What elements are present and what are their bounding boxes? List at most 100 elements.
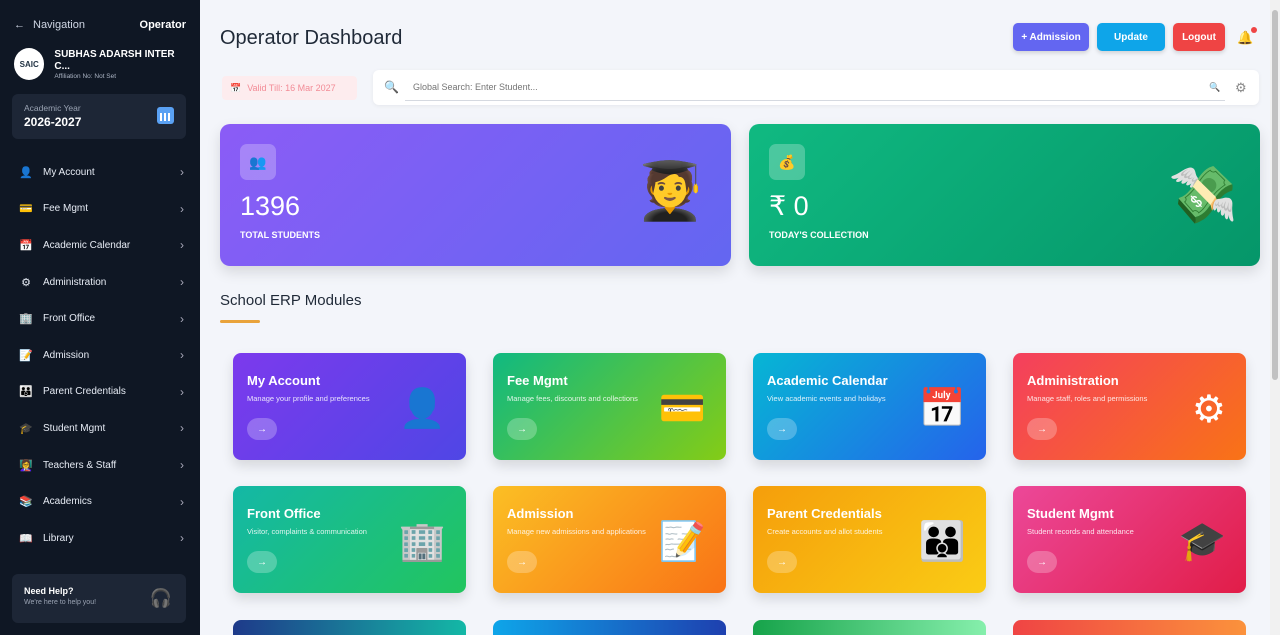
sidebar-item-label: Teachers & Staff xyxy=(43,459,117,471)
sidebar-item-label: My Account xyxy=(43,166,95,178)
sidebar-header: ← Navigation Operator xyxy=(0,0,200,50)
update-button[interactable]: Update xyxy=(1097,23,1165,51)
user-icon: 👤 xyxy=(19,166,33,179)
sidebar-item-teachers-staff[interactable]: 👩‍🏫 Teachers & Staff › xyxy=(0,447,200,484)
arrow-right-icon[interactable]: → xyxy=(507,551,537,573)
section-title: School ERP Modules xyxy=(220,292,362,309)
module-admission[interactable]: Admission Manage new admissions and appl… xyxy=(493,486,726,593)
chevron-right-icon: › xyxy=(180,384,184,399)
user-icon: 👤 xyxy=(398,388,446,430)
module-desc: Manage new admissions and applications xyxy=(507,527,646,536)
sidebar-item-label: Admission xyxy=(43,349,90,361)
add-admission-button[interactable]: + Admission xyxy=(1013,23,1089,51)
sidebar-item-label: Library xyxy=(43,532,74,544)
arrow-right-icon[interactable]: → xyxy=(247,551,277,573)
chevron-right-icon: › xyxy=(180,458,184,473)
sidebar-item-label: Fee Mgmt xyxy=(43,203,89,215)
global-search-input[interactable] xyxy=(405,74,1225,101)
module-front-office[interactable]: Front Office Visitor, complaints & commu… xyxy=(233,486,466,593)
module-card-partial[interactable] xyxy=(493,620,726,635)
module-administration[interactable]: Administration Manage staff, roles and p… xyxy=(1013,353,1246,460)
module-desc: View academic events and holidays xyxy=(767,394,886,403)
module-parent-credentials[interactable]: Parent Credentials Create accounts and a… xyxy=(753,486,986,593)
total-students-card[interactable]: 👥 1396 TOTAL STUDENTS 🧑‍🎓 xyxy=(220,124,731,266)
search-submit-icon[interactable]: 🔍 xyxy=(1209,82,1220,93)
module-desc: Visitor, complaints & communication xyxy=(247,527,367,536)
update-label: Update xyxy=(1114,31,1148,43)
section-underline xyxy=(220,320,260,323)
module-my-account[interactable]: My Account Manage your profile and prefe… xyxy=(233,353,466,460)
module-title: Front Office xyxy=(247,506,321,521)
valid-till-badge: 📅 Valid Till: 16 Mar 2027 xyxy=(222,76,357,100)
academic-year-label: Academic Year xyxy=(24,103,81,113)
gear-icon[interactable]: ⚙ xyxy=(1235,80,1247,96)
money-wings-icon: 💸 xyxy=(1168,163,1238,226)
sidebar: ← Navigation Operator SAIC SUBHAS ADARSH … xyxy=(0,0,200,635)
family-icon: 👪 xyxy=(19,386,33,399)
module-card-partial[interactable] xyxy=(233,620,466,635)
sidebar-item-academics[interactable]: 📚 Academics › xyxy=(0,483,200,520)
book-icon: 📖 xyxy=(19,532,33,545)
module-student-mgmt[interactable]: Student Mgmt Student records and attenda… xyxy=(1013,486,1246,593)
academic-year-value: 2026-2027 xyxy=(24,115,82,129)
card-icon: 💳 xyxy=(658,388,706,430)
arrow-right-icon[interactable]: → xyxy=(1027,551,1057,573)
nav-label: Navigation xyxy=(33,19,85,31)
chevron-right-icon: › xyxy=(180,421,184,436)
notification-bell-icon[interactable]: 🔔 xyxy=(1237,27,1258,46)
arrow-right-icon[interactable]: → xyxy=(767,551,797,573)
family-icon: 👪 xyxy=(918,521,966,563)
headphones-icon: 🎧 xyxy=(149,588,172,608)
academic-year-selector[interactable]: Academic Year 2026-2027 xyxy=(12,94,186,139)
module-desc: Create accounts and allot students xyxy=(767,527,883,536)
sidebar-item-student-mgmt[interactable]: 🎓 Student Mgmt › xyxy=(0,410,200,447)
graduate-icon: 🧑‍🎓 xyxy=(635,159,705,222)
sidebar-item-administration[interactable]: ⚙ Administration › xyxy=(0,264,200,301)
sidebar-item-label: Front Office xyxy=(43,313,96,325)
module-academic-calendar[interactable]: Academic Calendar View academic events a… xyxy=(753,353,986,460)
form-icon: 📝 xyxy=(658,521,706,563)
card-icon: 💳 xyxy=(19,203,33,216)
module-fee-mgmt[interactable]: Fee Mgmt Manage fees, discounts and coll… xyxy=(493,353,726,460)
school-info: SAIC SUBHAS ADARSH INTER C... Affiliatio… xyxy=(0,48,200,80)
sidebar-item-label: Parent Credentials xyxy=(43,386,126,398)
users-icon: 👥 xyxy=(240,144,276,180)
module-card-partial[interactable] xyxy=(753,620,986,635)
arrow-right-icon[interactable]: → xyxy=(247,418,277,440)
teacher-icon: 👩‍🏫 xyxy=(19,459,33,472)
module-title: Administration xyxy=(1027,373,1119,388)
module-desc: Manage your profile and preferences xyxy=(247,394,370,403)
module-desc: Manage staff, roles and permissions xyxy=(1027,394,1148,403)
arrow-left-icon[interactable]: ← xyxy=(14,19,25,31)
calendar-icon: 📅 xyxy=(918,388,966,430)
arrow-right-icon[interactable]: → xyxy=(1027,418,1057,440)
arrow-right-icon[interactable]: → xyxy=(767,418,797,440)
sidebar-item-admission[interactable]: 📝 Admission › xyxy=(0,337,200,374)
sidebar-item-front-office[interactable]: 🏢 Front Office › xyxy=(0,300,200,337)
chevron-right-icon: › xyxy=(180,531,184,546)
chevron-right-icon: › xyxy=(180,238,184,253)
arrow-right-icon[interactable]: → xyxy=(507,418,537,440)
role-label: Operator xyxy=(139,19,186,31)
chevron-right-icon: › xyxy=(180,201,184,216)
chevron-right-icon: › xyxy=(180,348,184,363)
sidebar-item-academic-calendar[interactable]: 📅 Academic Calendar › xyxy=(0,227,200,264)
graduate-icon: 🎓 xyxy=(1178,521,1226,563)
nav-back[interactable]: ← Navigation xyxy=(14,19,85,31)
todays-collection-card[interactable]: 💰 ₹ 0 TODAY'S COLLECTION 💸 xyxy=(749,124,1260,266)
sidebar-item-parent-credentials[interactable]: 👪 Parent Credentials › xyxy=(0,374,200,411)
sidebar-item-fee-mgmt[interactable]: 💳 Fee Mgmt › xyxy=(0,191,200,228)
sidebar-menu: 👤 My Account › 💳 Fee Mgmt › 📅 Academic Calend… xyxy=(0,154,200,557)
school-logo: SAIC xyxy=(14,48,45,80)
sidebar-item-library[interactable]: 📖 Library › xyxy=(0,520,200,557)
module-card-partial[interactable] xyxy=(1013,620,1246,635)
logout-button[interactable]: Logout xyxy=(1173,23,1225,51)
calendar-icon[interactable] xyxy=(157,107,174,124)
chevron-right-icon: › xyxy=(180,275,184,290)
help-box[interactable]: Need Help? We're here to help you! 🎧 xyxy=(12,574,186,623)
page-scrollbar[interactable] xyxy=(1270,0,1280,635)
sidebar-item-my-account[interactable]: 👤 My Account › xyxy=(0,154,200,191)
module-desc: Manage fees, discounts and collections xyxy=(507,394,638,403)
sidebar-item-label: Academics xyxy=(43,496,92,508)
module-title: Academic Calendar xyxy=(767,373,888,388)
